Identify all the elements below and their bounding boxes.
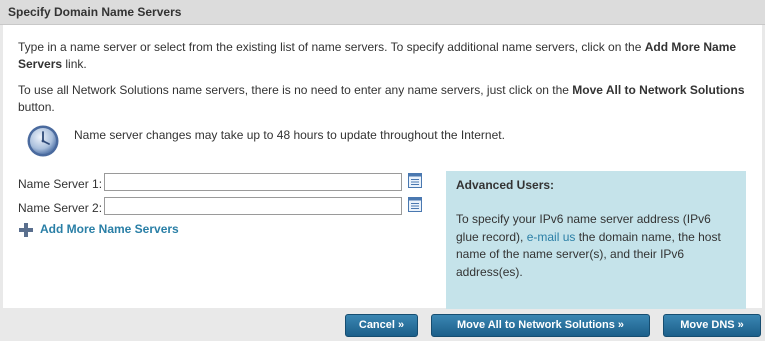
name-server-2-input[interactable] [104, 197, 402, 215]
name-server-1-label: Name Server 1: [18, 177, 103, 191]
intro-text-2: To use all Network Solutions name server… [18, 83, 573, 97]
content-panel: Type in a name server or select from the… [3, 25, 762, 309]
clock-icon [27, 125, 59, 157]
cancel-button[interactable]: Cancel » [345, 314, 418, 337]
intro-text-1: Type in a name server or select from the… [18, 40, 645, 54]
advanced-users-title: Advanced Users: [456, 178, 555, 192]
section-header: Specify Domain Name Servers [0, 0, 765, 25]
intro-text-2-end: button. [18, 100, 55, 114]
move-all-button[interactable]: Move All to Network Solutions » [431, 314, 650, 337]
name-server-1-input[interactable] [104, 173, 402, 191]
intro-bold-2: Move All to Network Solutions [572, 83, 745, 97]
propagation-note: Name server changes may take up to 48 ho… [74, 128, 505, 142]
move-dns-button[interactable]: Move DNS » [663, 314, 761, 337]
email-us-link[interactable]: e-mail us [527, 230, 576, 244]
intro-paragraph-2: To use all Network Solutions name server… [18, 82, 748, 116]
intro-text-1-end: link. [62, 57, 87, 71]
advanced-users-text: To specify your IPv6 name server address… [456, 211, 736, 281]
add-more-label: Add More Name Servers [40, 222, 179, 236]
name-server-2-label: Name Server 2: [18, 201, 103, 215]
advanced-users-box: Advanced Users: To specify your IPv6 nam… [446, 171, 746, 309]
plus-icon [19, 223, 33, 237]
page-title: Specify Domain Name Servers [8, 5, 182, 19]
name-server-2-list-icon[interactable] [407, 196, 423, 213]
name-server-1-list-icon[interactable] [407, 172, 423, 189]
intro-paragraph-1: Type in a name server or select from the… [18, 39, 748, 73]
